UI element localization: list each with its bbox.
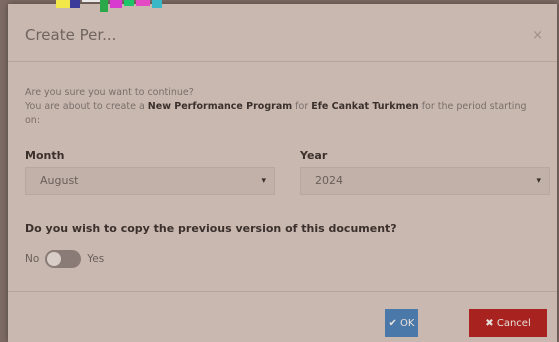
corrupted-title-graphic <box>56 0 162 12</box>
close-icon[interactable]: × <box>532 28 543 43</box>
year-label: Year <box>300 149 328 162</box>
cancel-label: ✖ Cancel <box>485 317 531 329</box>
month-label: Month <box>25 149 65 162</box>
chevron-down-icon: ▾ <box>536 176 541 186</box>
cancel-button[interactable]: ✖ Cancel <box>469 309 547 337</box>
month-value: August <box>40 174 79 187</box>
ok-button[interactable]: ✔ OK <box>385 309 418 337</box>
program-name: New Performance Program <box>147 101 293 112</box>
toggle-yes-label: Yes <box>87 253 105 265</box>
toggle-no-label: No <box>25 253 40 265</box>
toggle-knob <box>47 252 62 266</box>
dialog-title: Create Per... <box>25 26 117 44</box>
dialog-title-wrap: Create Per... <box>25 26 116 44</box>
dialog-footer: ✔ OK ✖ Cancel <box>8 291 557 342</box>
copy-question: Do you wish to copy the previous version… <box>25 222 397 235</box>
description-text: You are about to create a New Performanc… <box>25 100 535 128</box>
employee-name: Efe Cankat Turkmen <box>311 101 419 112</box>
chevron-down-icon: ▾ <box>261 176 266 186</box>
desc-prefix: You are about to create a <box>25 101 145 112</box>
month-select[interactable]: August ▾ <box>25 167 275 195</box>
dialog-body: Are you sure you want to continue? You a… <box>25 86 545 128</box>
year-select[interactable]: 2024 ▾ <box>300 167 550 195</box>
copy-toggle[interactable] <box>45 250 82 268</box>
dialog-header: Create Per... × <box>8 0 557 62</box>
confirm-text: Are you sure you want to continue? <box>25 87 194 98</box>
year-value: 2024 <box>315 174 343 187</box>
create-program-dialog: Create Per... × Are you sure you want to… <box>8 0 557 342</box>
copy-toggle-row: No Yes <box>25 250 104 268</box>
desc-for: for <box>295 101 309 112</box>
ok-label: ✔ OK <box>388 317 415 329</box>
